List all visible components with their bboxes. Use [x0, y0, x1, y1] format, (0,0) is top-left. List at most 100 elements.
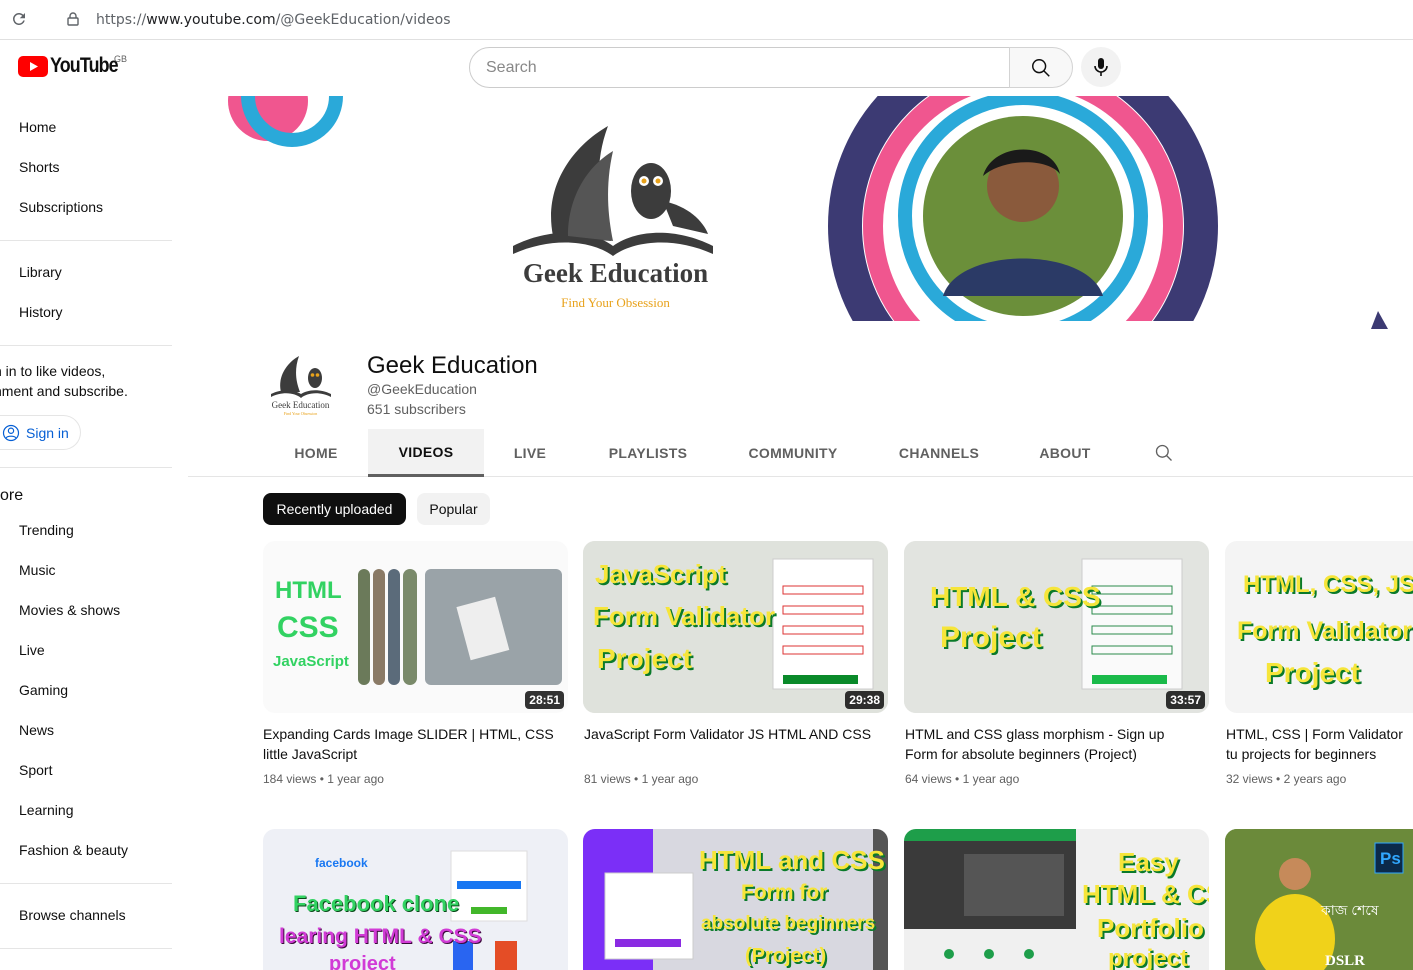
banner-tagline: Find Your Obsession: [561, 295, 670, 310]
tab-live[interactable]: LIVE: [484, 429, 576, 477]
sidebar-item-library[interactable]: Library: [19, 264, 62, 280]
thumb-text: Project: [1265, 657, 1360, 688]
sidebar-item-fashion-beauty[interactable]: Fashion & beauty: [19, 842, 128, 858]
chip-popular[interactable]: Popular: [417, 493, 490, 525]
video-thumbnail[interactable]: JavaScript Form Validator Project 29:38: [583, 541, 888, 713]
thumb-text: CSS: [277, 611, 339, 644]
thumb-text: Project: [597, 643, 692, 674]
video-title[interactable]: JavaScript Form Validator JS HTML AND CS…: [584, 724, 874, 744]
divider: [0, 948, 172, 949]
thumb-text: Facebook clone: [293, 891, 460, 916]
thumb-text: JavaScript: [595, 559, 727, 589]
divider: [0, 240, 172, 241]
thumb-text: কাজ শেষে: [1321, 902, 1379, 918]
banner-art: [188, 96, 1413, 329]
channel-avatar[interactable]: Geek Education Find Your Obsession: [263, 346, 338, 421]
tab-channels[interactable]: CHANNELS: [883, 429, 995, 477]
channel-name: Geek Education: [367, 352, 538, 379]
lock-icon[interactable]: [64, 10, 82, 28]
microphone-icon: [1094, 58, 1108, 76]
video-title[interactable]: HTML and CSS glass morphism - Sign up Fo…: [905, 724, 1195, 764]
tab-about[interactable]: ABOUT: [1023, 429, 1107, 477]
thumb-text: facebook: [315, 856, 368, 870]
sidebar-item-trending[interactable]: Trending: [19, 522, 74, 538]
thumb-text: HTML & CSS: [1082, 879, 1209, 909]
sidebar-item-history[interactable]: History: [19, 304, 63, 320]
video-meta: 32 views • 2 years ago: [1226, 772, 1347, 786]
search-icon: [1032, 58, 1050, 77]
thumb-text: Portfolio: [1097, 913, 1204, 943]
video-duration: 33:57: [1166, 691, 1205, 709]
video-thumbnail[interactable]: HTML CSS JavaScript 28:51: [263, 541, 568, 713]
channel-tabs: HOME VIDEOS LIVE PLAYLISTS COMMUNITY CHA…: [188, 429, 1413, 477]
sidebar-item-live[interactable]: Live: [19, 642, 45, 658]
sidebar-item-movies-shows[interactable]: Movies & shows: [19, 602, 120, 618]
divider: [0, 883, 172, 884]
video-thumbnail[interactable]: facebook Facebook clone learing HTML & C…: [263, 829, 568, 970]
thumb-text: learing HTML & CSS: [279, 925, 482, 948]
reload-icon[interactable]: [8, 8, 30, 30]
sidebar-item-music[interactable]: Music: [19, 562, 56, 578]
channel-logo-name: Geek Education: [271, 400, 330, 410]
sidebar-item-subscriptions[interactable]: Subscriptions: [19, 199, 103, 215]
sign-in-button[interactable]: Sign in: [0, 415, 81, 450]
thumb-text: Easy: [1118, 847, 1179, 877]
divider: [0, 467, 172, 468]
youtube-play-icon: [18, 55, 48, 77]
sidebar: Home Shorts Subscriptions Library Histor…: [0, 96, 172, 970]
account-circle-icon: [2, 424, 20, 441]
browser-address-bar: https://www.youtube.com/@GeekEducation/v…: [0, 0, 1413, 40]
explore-heading: ore: [0, 487, 24, 504]
thumb-text: Project: [940, 621, 1042, 654]
sidebar-item-gaming[interactable]: Gaming: [19, 682, 68, 698]
search-button[interactable]: [1009, 47, 1073, 88]
video-thumbnail[interactable]: HTML & CSS Project 33:57: [904, 541, 1209, 713]
video-meta: 81 views • 1 year ago: [584, 772, 699, 786]
subscriber-count: 651 subscribers: [367, 401, 466, 417]
video-title[interactable]: HTML, CSS | Form Validator tu projects f…: [1226, 724, 1413, 764]
sidebar-item-browse-channels[interactable]: Browse channels: [19, 907, 126, 923]
region-code: GB: [114, 54, 128, 64]
thumb-text: project: [1108, 945, 1189, 970]
channel-handle: @GeekEducation: [367, 381, 477, 397]
search-placeholder: Search: [486, 58, 537, 76]
video-thumbnail[interactable]: HTML and CSS Form for absolute beginners…: [583, 829, 888, 970]
video-thumbnail[interactable]: HTML, CSS, JS Form Validator Project: [1225, 541, 1413, 713]
thumb-text: HTML & CSS: [930, 581, 1101, 612]
thumb-text: Form Validator: [1237, 617, 1413, 645]
thumb-text: HTML, CSS, JS: [1243, 571, 1413, 598]
video-title[interactable]: Expanding Cards Image SLIDER | HTML, CSS…: [263, 724, 563, 764]
channel-banner: Geek Education Find Your Obsession: [188, 96, 1413, 329]
sidebar-item-shorts[interactable]: Shorts: [19, 159, 59, 175]
thumb-text: project: [329, 953, 396, 970]
voice-search-button[interactable]: [1081, 47, 1121, 87]
sidebar-item-news[interactable]: News: [19, 722, 54, 738]
thumb-text: absolute beginners: [701, 913, 876, 934]
thumb-text: HTML: [275, 577, 342, 604]
divider: [0, 345, 172, 346]
thumb-text: HTML and CSS: [699, 845, 885, 875]
tab-playlists[interactable]: PLAYLISTS: [588, 429, 708, 477]
tab-videos[interactable]: VIDEOS: [368, 429, 484, 477]
video-duration: 29:38: [845, 691, 884, 709]
channel-logo-tagline: Find Your Obsession: [283, 411, 318, 416]
thumb-text: Form for: [741, 881, 828, 904]
channel-search-icon[interactable]: [1154, 443, 1174, 463]
video-meta: 64 views • 1 year ago: [905, 772, 1020, 786]
tab-community[interactable]: COMMUNITY: [728, 429, 858, 477]
logo-wordmark: YouTube: [50, 54, 119, 77]
video-thumbnail[interactable]: Ps কাজ শেষে DSLR: [1225, 829, 1413, 970]
video-meta: 184 views • 1 year ago: [263, 772, 384, 786]
video-thumbnail[interactable]: Easy HTML & CSS Portfolio project: [904, 829, 1209, 970]
tab-home[interactable]: HOME: [264, 429, 368, 477]
thumb-text: DSLR: [1325, 953, 1366, 969]
photoshop-icon: Ps: [1380, 849, 1401, 868]
url-field[interactable]: https://www.youtube.com/@GeekEducation/v…: [96, 12, 451, 28]
sidebar-item-sport[interactable]: Sport: [19, 762, 52, 778]
search-input[interactable]: Search: [469, 47, 1010, 88]
book-owl-logo: [513, 126, 713, 256]
chip-recently-uploaded[interactable]: Recently uploaded: [263, 493, 406, 525]
sidebar-item-home[interactable]: Home: [19, 119, 56, 135]
sidebar-item-learning[interactable]: Learning: [19, 802, 74, 818]
youtube-logo[interactable]: YouTube GB: [18, 54, 130, 78]
